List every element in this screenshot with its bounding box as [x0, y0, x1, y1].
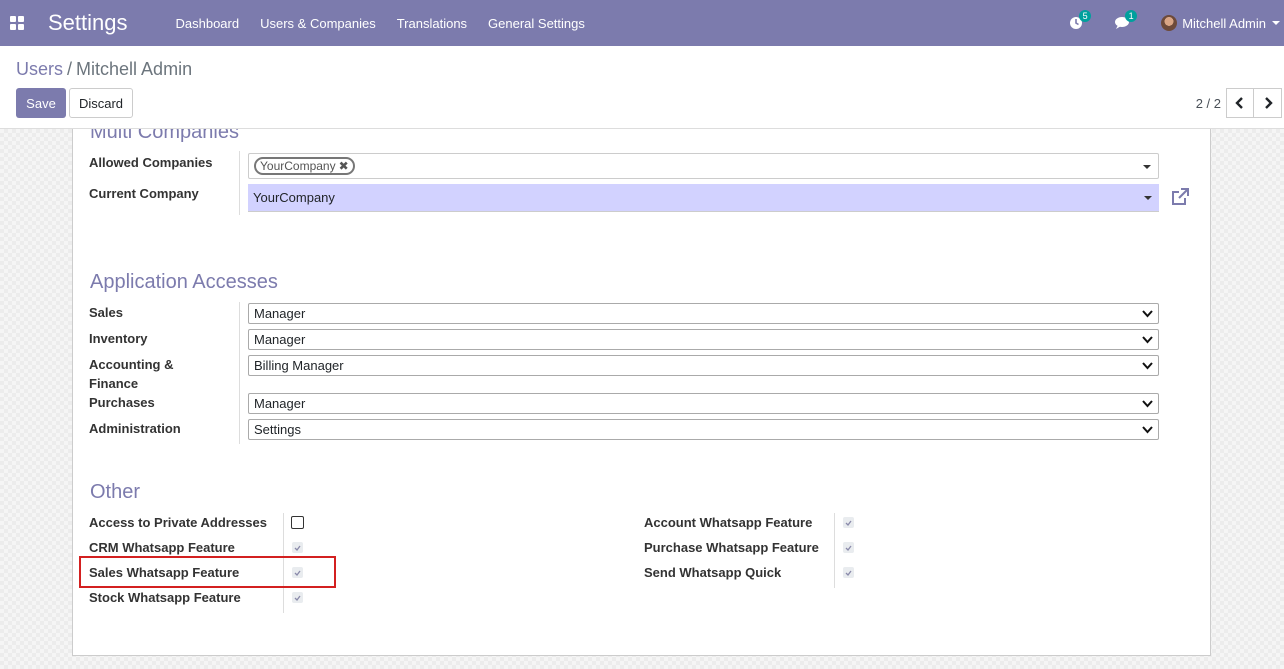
- allowed-companies-field[interactable]: YourCompany ✖: [248, 153, 1159, 179]
- breadcrumb-separator: /: [67, 59, 73, 79]
- section-title-multi-companies: Multi Companies: [90, 129, 239, 143]
- send-whatsapp-quick-label: Send Whatsapp Quick: [644, 565, 782, 580]
- section-title-application-accesses: Application Accesses: [90, 271, 278, 293]
- pager-next-button[interactable]: [1254, 88, 1282, 118]
- activity-badge: 5: [1079, 10, 1092, 22]
- company-tag: YourCompany ✖: [254, 157, 355, 175]
- chevron-down-icon: [1142, 362, 1153, 370]
- accounting-access-value: Billing Manager: [254, 358, 344, 373]
- purchases-label: Purchases: [89, 395, 155, 410]
- remove-tag-icon[interactable]: ✖: [339, 159, 349, 173]
- breadcrumb-current: Mitchell Admin: [76, 59, 193, 79]
- purchases-access-select[interactable]: Manager: [248, 393, 1159, 414]
- purchase-whatsapp-checkbox[interactable]: [843, 542, 854, 553]
- sales-label: Sales: [89, 305, 123, 320]
- top-navbar: Settings Dashboard Users & Companies Tra…: [0, 0, 1284, 46]
- administration-label: Administration: [89, 421, 181, 436]
- crm-whatsapp-label: CRM Whatsapp Feature: [89, 540, 235, 555]
- external-link-button[interactable]: [1170, 187, 1190, 210]
- activity-button[interactable]: 5: [1069, 10, 1092, 32]
- check-icon: [845, 545, 852, 551]
- stock-whatsapp-checkbox[interactable]: [292, 592, 303, 603]
- check-icon: [845, 520, 852, 526]
- purchases-access-value: Manager: [254, 396, 306, 411]
- sales-access-select[interactable]: Manager: [248, 303, 1159, 324]
- current-company-label: Current Company: [89, 186, 199, 201]
- pager-previous-button[interactable]: [1226, 88, 1254, 118]
- account-whatsapp-label: Account Whatsapp Feature: [644, 515, 813, 530]
- pager-buttons: [1226, 88, 1282, 118]
- breadcrumb-parent[interactable]: Users: [16, 59, 63, 79]
- inventory-label: Inventory: [89, 331, 148, 346]
- form-view: Multi Companies Allowed Companies Curren…: [0, 129, 1284, 669]
- company-tag-label: YourCompany: [260, 159, 336, 173]
- check-icon: [845, 570, 852, 576]
- divider: [239, 302, 240, 444]
- chevron-left-icon: [1235, 97, 1243, 109]
- account-whatsapp-checkbox[interactable]: [843, 517, 854, 528]
- crm-whatsapp-checkbox[interactable]: [292, 542, 303, 553]
- section-title-other: Other: [90, 481, 141, 503]
- dropdown-caret-icon[interactable]: [1144, 196, 1152, 200]
- inventory-access-select[interactable]: Manager: [248, 329, 1159, 350]
- accounting-label: Accounting & Finance: [89, 357, 174, 391]
- sales-access-value: Manager: [254, 306, 306, 321]
- app-title: Settings: [48, 10, 128, 35]
- inventory-access-value: Manager: [254, 332, 306, 347]
- private-addresses-checkbox[interactable]: [291, 516, 304, 529]
- user-name: Mitchell Admin: [1182, 15, 1266, 31]
- menu-item-users-companies[interactable]: Users & Companies: [260, 16, 376, 31]
- chevron-down-icon: [1272, 21, 1280, 25]
- chevron-down-icon: [1142, 336, 1153, 344]
- discard-button[interactable]: Discard: [69, 88, 133, 118]
- chevron-down-icon: [1142, 310, 1153, 318]
- pager-value: 2 / 2: [1195, 96, 1221, 111]
- form-sheet: Multi Companies Allowed Companies Curren…: [72, 129, 1211, 656]
- administration-access-select[interactable]: Settings: [248, 419, 1159, 440]
- chevron-down-icon: [1142, 426, 1153, 434]
- messages-badge: 1: [1125, 10, 1138, 22]
- private-addresses-label: Access to Private Addresses: [89, 515, 268, 530]
- divider: [834, 513, 835, 588]
- administration-access-value: Settings: [254, 422, 301, 437]
- user-menu[interactable]: Mitchell Admin: [1161, 15, 1280, 31]
- check-icon: [294, 595, 301, 601]
- purchase-whatsapp-label: Purchase Whatsapp Feature: [644, 540, 819, 555]
- current-company-field[interactable]: YourCompany: [248, 184, 1159, 212]
- apps-menu-icon[interactable]: [10, 16, 24, 30]
- control-panel: Users / Mitchell Admin Save Discard 2 / 2: [0, 46, 1284, 129]
- stock-whatsapp-label: Stock Whatsapp Feature: [89, 590, 241, 605]
- save-button[interactable]: Save: [16, 88, 66, 118]
- divider: [239, 151, 240, 215]
- dropdown-caret-icon[interactable]: [1143, 165, 1151, 169]
- annotation-highlight-box: [79, 556, 336, 588]
- chevron-right-icon: [1264, 97, 1273, 109]
- menu-item-translations[interactable]: Translations: [397, 16, 467, 31]
- menu-item-dashboard[interactable]: Dashboard: [176, 16, 240, 31]
- allowed-companies-label: Allowed Companies: [89, 155, 213, 170]
- breadcrumb: Users / Mitchell Admin: [16, 59, 192, 80]
- send-whatsapp-quick-checkbox[interactable]: [843, 567, 854, 578]
- avatar: [1161, 15, 1178, 31]
- external-link-icon: [1172, 188, 1189, 205]
- accounting-access-select[interactable]: Billing Manager: [248, 355, 1159, 376]
- menu-item-general-settings[interactable]: General Settings: [488, 16, 585, 31]
- messages-button[interactable]: 1: [1115, 10, 1138, 32]
- check-icon: [294, 545, 301, 551]
- current-company-value: YourCompany: [253, 190, 335, 205]
- chevron-down-icon: [1142, 400, 1153, 408]
